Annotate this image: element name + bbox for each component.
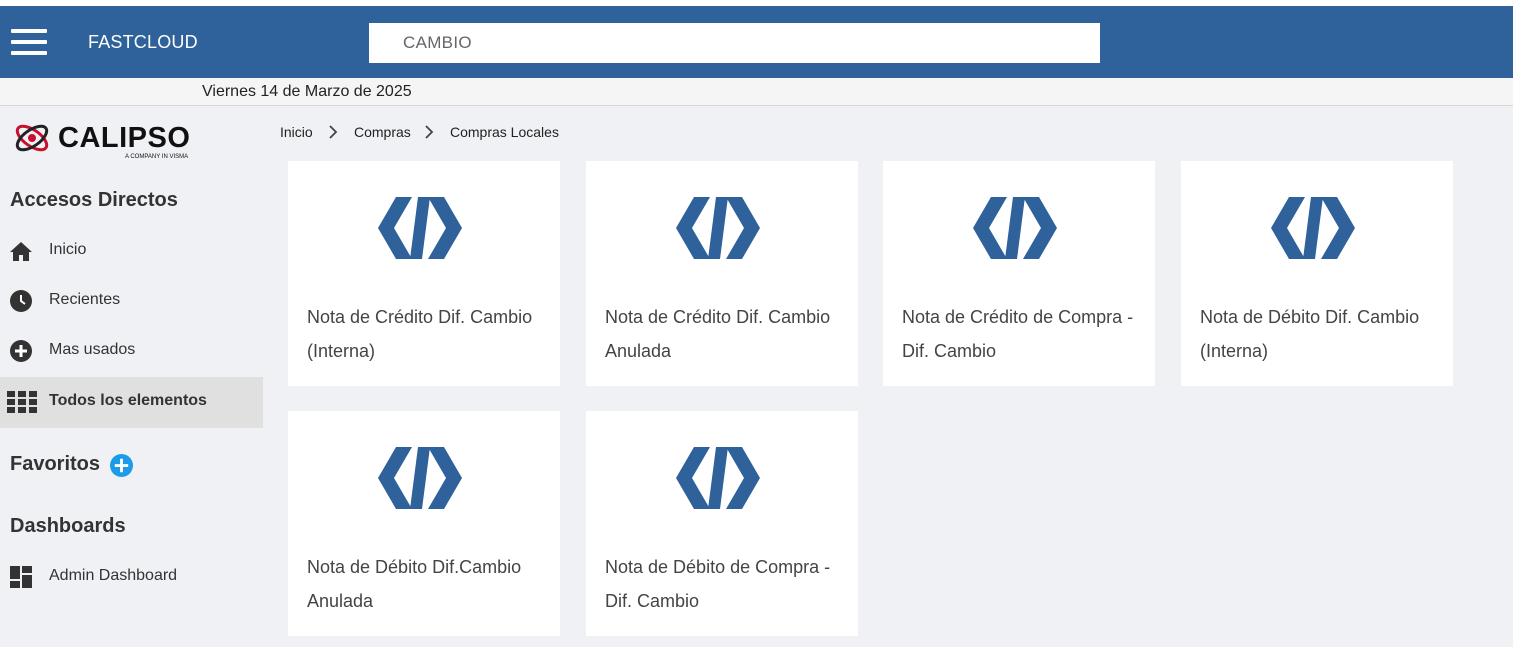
plus-circle-icon	[10, 340, 32, 362]
logo-tagline: A COMPANY IN VISMA	[125, 154, 189, 160]
sidebar-item-admin-dashboard[interactable]: Admin Dashboard	[0, 552, 263, 602]
sidebar-item-label: Recientes	[49, 291, 121, 308]
sidebar-item-label: Admin Dashboard	[49, 567, 178, 584]
breadcrumb-item-compras[interactable]: Compras	[354, 124, 411, 140]
card-label: Nota de Crédito Dif. Cambio (Interna)	[307, 307, 533, 361]
logo-wordmark: CALIPSO	[58, 122, 191, 154]
home-icon	[10, 242, 32, 261]
fastcloud-logo-icon	[676, 447, 760, 509]
date-bar: Viernes 14 de Marzo de 2025	[0, 78, 1513, 106]
card-item[interactable]: Nota de Débito Dif. Cambio (Interna)	[1181, 161, 1453, 386]
menu-icon[interactable]	[11, 29, 48, 57]
sidebar-item-mas-usados[interactable]: Mas usados	[0, 326, 263, 376]
card-item[interactable]: Nota de Crédito de Compra - Dif. Cambio	[883, 161, 1155, 386]
search-input[interactable]	[369, 23, 1100, 63]
card-label: Nota de Débito de Compra - Dif. Cambio	[605, 557, 831, 611]
chevron-right-icon	[425, 125, 434, 139]
top-header: FASTCLOUD	[0, 6, 1513, 78]
sidebar-item-recientes[interactable]: Recientes	[0, 276, 263, 326]
atom-logo-icon	[15, 124, 49, 152]
sidebar-item-label: Inicio	[49, 241, 87, 258]
card-item[interactable]: Nota de Crédito Dif. Cambio (Interna)	[288, 161, 560, 386]
sidebar: CALIPSO A COMPANY IN VISMA Accesos Direc…	[0, 107, 263, 647]
sidebar-item-inicio[interactable]: Inicio	[0, 226, 263, 276]
card-label: Nota de Débito Dif. Cambio (Interna)	[1200, 307, 1420, 361]
sidebar-item-label: Mas usados	[49, 341, 136, 358]
fastcloud-logo-icon	[1271, 197, 1355, 259]
dashboard-icon	[10, 566, 32, 588]
dashboards-title: Dashboards	[10, 515, 126, 537]
fastcloud-logo-icon	[378, 197, 462, 259]
app-title: FASTCLOUD	[88, 32, 198, 52]
fastcloud-logo-icon	[973, 197, 1057, 259]
card-item[interactable]: Nota de Débito Dif.Cambio Anulada	[288, 411, 560, 636]
breadcrumb-item-inicio[interactable]: Inicio	[280, 124, 313, 140]
clock-icon	[10, 290, 32, 312]
card-label: Nota de Crédito de Compra - Dif. Cambio	[902, 307, 1134, 361]
card-label: Nota de Débito Dif.Cambio Anulada	[307, 557, 522, 611]
sidebar-item-todos[interactable]: Todos los elementos	[0, 377, 263, 428]
card-label: Nota de Crédito Dif. Cambio Anulada	[605, 307, 831, 361]
fastcloud-logo-icon	[378, 447, 462, 509]
sidebar-item-label: Todos los elementos	[49, 392, 207, 409]
card-item[interactable]: Nota de Crédito Dif. Cambio Anulada	[586, 161, 858, 386]
add-favorite-icon[interactable]	[110, 454, 133, 477]
chevron-right-icon	[329, 125, 338, 139]
fastcloud-logo-icon	[676, 197, 760, 259]
card-item[interactable]: Nota de Débito de Compra - Dif. Cambio	[586, 411, 858, 636]
calipso-logo: CALIPSO A COMPANY IN VISMA	[12, 120, 192, 164]
grid-icon	[7, 391, 37, 413]
accesos-directos-title: Accesos Directos	[10, 189, 178, 211]
current-date: Viernes 14 de Marzo de 2025	[202, 83, 412, 100]
favoritos-title: Favoritos	[10, 453, 101, 475]
breadcrumb-item-compras-locales: Compras Locales	[450, 124, 559, 140]
